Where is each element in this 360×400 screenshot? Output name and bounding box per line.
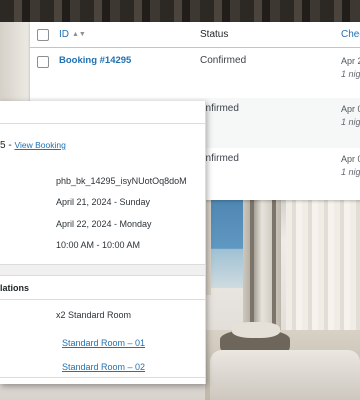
divider (0, 299, 205, 300)
sort-icon: ▲▼ (72, 31, 86, 38)
nights-count: 1 nig (341, 117, 360, 127)
check-time: 10:00 AM - 10:00 AM (56, 240, 141, 250)
table-header: ID▲▼ Status Chec (30, 22, 360, 48)
row-checkbox[interactable] (37, 56, 49, 68)
booking-detail-popover: 5 - View Booking phb_bk_14295_isyNUotOq8… (0, 101, 206, 384)
ceiling-beams (0, 0, 360, 22)
check-date: Apr 0 (341, 104, 360, 114)
view-booking-link[interactable]: View Booking (14, 140, 65, 150)
door-frame (272, 200, 276, 330)
divider (0, 377, 205, 378)
nights-count: 1 nig (341, 167, 360, 177)
select-all-checkbox[interactable] (37, 29, 49, 41)
column-status-header: Status (200, 29, 229, 40)
room-summary: x2 Standard Room (56, 310, 132, 320)
accommodations-section-title: lations (0, 283, 30, 293)
booking-key: phb_bk_14295_isyNUotOq8doM (56, 176, 187, 186)
column-id-label: ID (59, 29, 69, 40)
room-link-02[interactable]: Standard Room – 02 (62, 362, 145, 372)
check-out-date: April 22, 2024 - Monday (56, 219, 152, 229)
booking-id-link[interactable]: Booking #14295 (59, 55, 131, 66)
detail-title-text: 5 - (0, 140, 15, 151)
wall-segment (0, 22, 30, 102)
column-id-header[interactable]: ID ▲▼ (59, 29, 86, 40)
chair-cushion (232, 322, 280, 338)
section-divider (0, 264, 205, 276)
check-date: Apr 2 (341, 56, 360, 66)
check-cell: Apr 2 1 nig (341, 55, 360, 81)
detail-title: 5 - View Booking (0, 140, 66, 151)
divider (0, 123, 205, 124)
check-cell: Apr 0 1 nig (341, 103, 360, 129)
table-row: Booking #14295 Confirmed Apr 2 1 nig (30, 48, 360, 98)
check-date: Apr 0 (341, 154, 360, 164)
door-frame (250, 200, 254, 330)
sofa (210, 350, 360, 400)
check-in-date: April 21, 2024 - Sunday (56, 197, 151, 207)
nights-count: 1 nig (341, 69, 360, 79)
check-cell: Apr 0 1 nig (341, 153, 360, 179)
status-text: Confirmed (200, 55, 247, 66)
column-check-header[interactable]: Chec (341, 29, 360, 40)
room-link-01[interactable]: Standard Room – 01 (62, 338, 145, 348)
